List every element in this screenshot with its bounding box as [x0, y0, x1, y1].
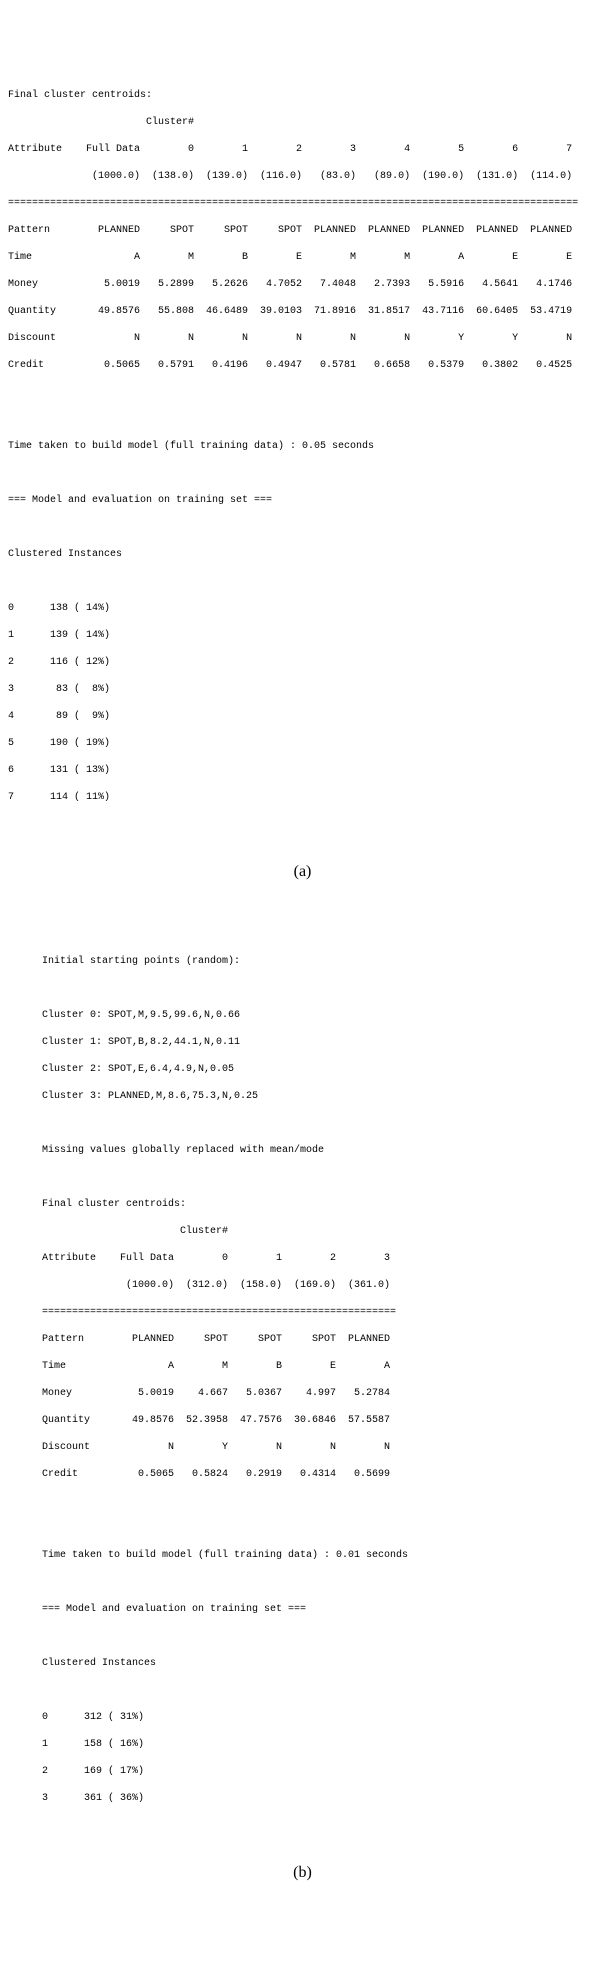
table-row: Quantity 49.8576 55.808 46.6489 39.0103 …: [8, 305, 597, 319]
build-time-b: Time taken to build model (full training…: [42, 1549, 597, 1563]
ci-row: 3 83 ( 8%): [8, 683, 597, 697]
section-b: Initial starting points (random): Cluste…: [8, 941, 597, 1819]
clustered-instances-title-a: Clustered Instances: [8, 548, 597, 562]
table-header2-b: (1000.0) (312.0) (158.0) (169.0) (361.0): [42, 1279, 597, 1293]
missing-values-note: Missing values globally replaced with me…: [42, 1144, 597, 1158]
table-header1-a: Attribute Full Data 0 1 2 3 4 5 6 7: [8, 143, 597, 157]
table-row: Time A M B E A: [42, 1360, 597, 1374]
centroids-title-b: Final cluster centroids:: [42, 1198, 597, 1212]
caption-a: (a): [8, 861, 597, 883]
init-row: Cluster 3: PLANNED,M,8.6,75.3,N,0.25: [42, 1090, 597, 1104]
table-row: Time A M B E M M A E E: [8, 251, 597, 265]
ci-row: 1 139 ( 14%): [8, 629, 597, 643]
table-row: Credit 0.5065 0.5824 0.2919 0.4314 0.569…: [42, 1468, 597, 1482]
table-sep-b: ========================================…: [42, 1306, 597, 1320]
ci-row: 2 169 ( 17%): [42, 1765, 597, 1779]
table-row: Quantity 49.8576 52.3958 47.7576 30.6846…: [42, 1414, 597, 1428]
table-row: Money 5.0019 5.2899 5.2626 4.7052 7.4048…: [8, 278, 597, 292]
table-row: Discount N N N N N N Y Y N: [8, 332, 597, 346]
cluster-header-a: Cluster#: [8, 116, 597, 130]
eval-header-b: === Model and evaluation on training set…: [42, 1603, 597, 1617]
table-row: Discount N Y N N N: [42, 1441, 597, 1455]
ci-row: 4 89 ( 9%): [8, 710, 597, 724]
ci-row: 2 116 ( 12%): [8, 656, 597, 670]
table-sep-a: ========================================…: [8, 197, 597, 211]
clustered-instances-title-b: Clustered Instances: [42, 1657, 597, 1671]
ci-row: 5 190 ( 19%): [8, 737, 597, 751]
table-row: Pattern PLANNED SPOT SPOT SPOT PLANNED P…: [8, 224, 597, 238]
initial-points-title: Initial starting points (random):: [42, 955, 597, 969]
table-row: Credit 0.5065 0.5791 0.4196 0.4947 0.578…: [8, 359, 597, 373]
init-row: Cluster 2: SPOT,E,6.4,4.9,N,0.05: [42, 1063, 597, 1077]
eval-header-a: === Model and evaluation on training set…: [8, 494, 597, 508]
ci-row: 6 131 ( 13%): [8, 764, 597, 778]
table-row: Pattern PLANNED SPOT SPOT SPOT PLANNED: [42, 1333, 597, 1347]
build-time-a: Time taken to build model (full training…: [8, 440, 597, 454]
init-row: Cluster 1: SPOT,B,8.2,44.1,N,0.11: [42, 1036, 597, 1050]
table-row: Money 5.0019 4.667 5.0367 4.997 5.2784: [42, 1387, 597, 1401]
ci-row: 1 158 ( 16%): [42, 1738, 597, 1752]
ci-row: 0 312 ( 31%): [42, 1711, 597, 1725]
ci-row: 0 138 ( 14%): [8, 602, 597, 616]
init-row: Cluster 0: SPOT,M,9.5,99.6,N,0.66: [42, 1009, 597, 1023]
centroids-title-a: Final cluster centroids:: [8, 89, 597, 103]
caption-b: (b): [8, 1862, 597, 1884]
ci-row: 3 361 ( 36%): [42, 1792, 597, 1806]
table-header2-a: (1000.0) (138.0) (139.0) (116.0) (83.0) …: [8, 170, 597, 184]
ci-row: 7 114 ( 11%): [8, 791, 597, 805]
cluster-header-b: Cluster#: [42, 1225, 597, 1239]
section-a: Final cluster centroids: Cluster# Attrib…: [8, 76, 597, 819]
table-header1-b: Attribute Full Data 0 1 2 3: [42, 1252, 597, 1266]
